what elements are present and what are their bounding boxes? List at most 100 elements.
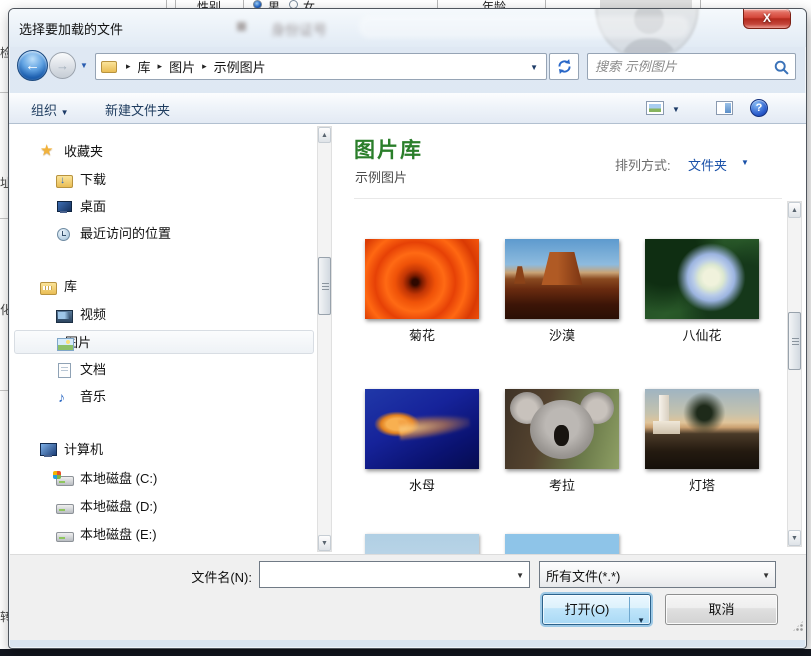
breadcrumb[interactable]: ▸ 库 ▸ 图片 ▸ 示例图片 ▼ — [95, 53, 547, 80]
preview-pane-icon[interactable] — [716, 101, 733, 115]
scrollbar-thumb[interactable] — [788, 312, 801, 370]
filetype-combobox[interactable]: 所有文件(*.*) ▼ — [539, 561, 776, 588]
table-border — [0, 92, 8, 93]
scroll-down-icon[interactable]: ▼ — [788, 530, 801, 546]
file-item[interactable]: 考拉 — [505, 389, 619, 494]
scroll-down-icon[interactable]: ▼ — [318, 535, 331, 551]
address-dropdown-icon[interactable]: ▼ — [530, 63, 538, 72]
sidebar-item-libraries[interactable]: 库 — [10, 275, 315, 299]
file-item[interactable]: 水母 — [365, 389, 479, 494]
chevron-down-icon[interactable]: ▼ — [516, 571, 524, 580]
scroll-up-icon[interactable]: ▲ — [788, 202, 801, 218]
filename-input[interactable] — [263, 564, 503, 584]
sidebar-item-favorites[interactable]: 收藏夹 — [10, 140, 315, 164]
sidebar-item-disk-e[interactable]: 本地磁盘 (E:) — [10, 523, 315, 547]
edge-glyph: 址 — [0, 174, 8, 191]
address-bar: ← → ▼ ▸ 库 ▸ 图片 ▸ 示例图片 ▼ — [9, 49, 806, 85]
sidebar-item-music[interactable]: 音乐 — [10, 385, 315, 409]
sidebar-item-documents[interactable]: 文档 — [10, 358, 315, 382]
split-divider — [629, 597, 630, 622]
thumbnail-koala[interactable] — [505, 389, 619, 469]
documents-icon — [56, 362, 73, 378]
table-border — [0, 218, 8, 219]
sidebar-item-desktop[interactable]: 桌面 — [10, 195, 315, 219]
sidebar-item-disk-d[interactable]: 本地磁盘 (D:) — [10, 495, 315, 519]
thumbnail-penguins-partial[interactable] — [365, 534, 479, 554]
content-scrollbar[interactable]: ▲ ▼ — [787, 201, 802, 547]
sidebar-item-pictures[interactable]: 图片 — [14, 330, 314, 354]
edge-glyph: 化 — [0, 301, 8, 318]
search-box — [587, 53, 796, 80]
search-input[interactable] — [595, 57, 765, 76]
blurred-bullet — [237, 22, 246, 31]
sidebar-item-computer[interactable]: 计算机 — [10, 438, 315, 462]
breadcrumb-arrow-icon[interactable]: ▸ — [202, 61, 207, 72]
thumbnail-chrysanthemum[interactable] — [365, 239, 479, 319]
header-divider — [354, 198, 782, 199]
breadcrumb-libraries[interactable]: 库 — [138, 57, 151, 76]
thumbnail-lighthouse[interactable] — [645, 389, 759, 469]
open-dropdown-icon[interactable]: ▼ — [637, 606, 645, 635]
new-folder-button[interactable]: 新建文件夹 — [105, 100, 170, 119]
filetype-value: 所有文件(*.*) — [546, 566, 620, 585]
forward-button[interactable]: → — [49, 52, 76, 79]
search-icon[interactable] — [774, 60, 789, 75]
cancel-button[interactable]: 取消 — [665, 594, 778, 625]
folder-icon — [101, 59, 119, 74]
open-file-dialog: 身份证号 选择要加载的文件 X ← → ▼ ▸ 库 ▸ 图片 ▸ 示例图片 ▼ — [8, 8, 807, 649]
thumbnail-jellyfish[interactable] — [365, 389, 479, 469]
sidebar-item-disk-c[interactable]: 本地磁盘 (C:) — [10, 467, 315, 491]
breadcrumb-arrow-icon[interactable]: ▸ — [158, 61, 163, 72]
thumbnail-tulips-partial[interactable] — [505, 534, 619, 554]
sidebar-item-videos[interactable]: 视频 — [10, 303, 315, 327]
file-item[interactable] — [365, 534, 479, 554]
recent-places-icon — [56, 226, 73, 242]
background-left-strip: 检 址 化 转 — [0, 0, 8, 649]
videos-icon — [56, 307, 73, 323]
sidebar-scrollbar[interactable]: ▲ ▼ — [317, 126, 332, 552]
resize-grip[interactable] — [792, 620, 804, 632]
chevron-down-icon[interactable]: ▼ — [762, 571, 770, 580]
file-label: 考拉 — [505, 475, 619, 494]
back-button[interactable]: ← — [17, 50, 48, 81]
file-item[interactable]: 灯塔 — [645, 389, 759, 494]
edge-glyph: 转 — [0, 608, 8, 625]
close-button[interactable]: X — [743, 9, 791, 29]
arrange-by-value[interactable]: 文件夹 — [688, 155, 727, 174]
title-bar[interactable]: 身份证号 选择要加载的文件 X — [9, 9, 806, 47]
breadcrumb-arrow-icon[interactable]: ▸ — [126, 61, 131, 72]
organize-menu[interactable]: 组织 ▼ — [31, 100, 69, 119]
file-item[interactable]: 沙漠 — [505, 239, 619, 344]
downloads-folder-icon — [56, 172, 73, 188]
thumbnail-hydrangea[interactable] — [645, 239, 759, 319]
library-title: 图片库 — [354, 134, 423, 164]
breadcrumb-pictures[interactable]: 图片 — [169, 57, 195, 76]
breadcrumb-sample-pictures[interactable]: 示例图片 — [214, 57, 266, 76]
computer-icon — [40, 442, 57, 458]
refresh-button[interactable] — [549, 53, 579, 80]
disk-icon — [56, 527, 73, 543]
recent-pages-dropdown-icon[interactable]: ▼ — [80, 61, 88, 70]
views-icon[interactable] — [646, 101, 664, 115]
star-icon — [40, 144, 57, 160]
libraries-icon — [40, 279, 57, 295]
file-item[interactable] — [505, 534, 619, 554]
file-item[interactable]: 八仙花 — [645, 239, 759, 344]
edge-glyph: 检 — [0, 44, 8, 61]
sidebar-item-recent-places[interactable]: 最近访问的位置 — [10, 222, 315, 246]
open-button[interactable]: 打开(O) ▼ — [542, 594, 651, 625]
help-icon[interactable]: ? — [750, 99, 768, 117]
sidebar-item-downloads[interactable]: 下载 — [10, 168, 315, 192]
arrange-dropdown-icon[interactable]: ▼ — [741, 158, 749, 167]
command-toolbar: 组织 ▼ 新建文件夹 ▼ ? — [9, 93, 806, 124]
views-dropdown-icon[interactable]: ▼ — [672, 105, 680, 114]
filename-combobox[interactable]: ▼ — [259, 561, 530, 588]
blurred-background-field — [359, 16, 689, 38]
desktop-icon — [56, 199, 73, 215]
music-icon — [56, 389, 73, 405]
file-item[interactable]: 菊花 — [365, 239, 479, 344]
scroll-up-icon[interactable]: ▲ — [318, 127, 331, 143]
thumbnail-desert[interactable] — [505, 239, 619, 319]
scrollbar-thumb[interactable] — [318, 257, 331, 315]
file-label: 灯塔 — [645, 475, 759, 494]
